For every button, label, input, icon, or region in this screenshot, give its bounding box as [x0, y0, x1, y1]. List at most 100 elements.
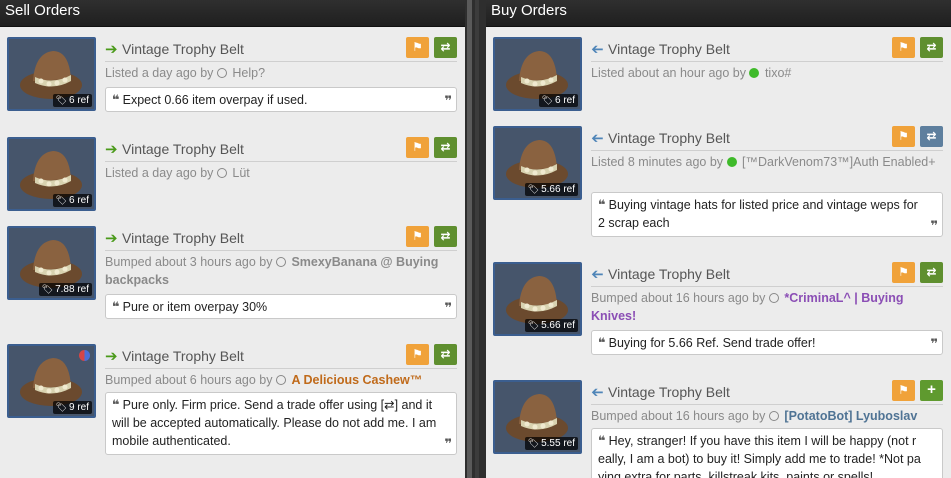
tag-icon: 🏷	[541, 95, 553, 105]
flag-button[interactable]: ⚑	[406, 37, 429, 58]
trade-button[interactable]: ⇄	[920, 262, 943, 283]
flag-button[interactable]: ⚑	[406, 226, 429, 247]
listing-meta: Listed 8 minutes ago by [™DarkVenom73™]A…	[591, 155, 936, 169]
trade-button[interactable]: ⇄	[434, 37, 457, 58]
tag-icon: 🏷	[527, 184, 540, 194]
trade-button[interactable]: ⇄	[920, 126, 943, 147]
status-icon	[275, 257, 286, 267]
flag-button[interactable]: ⚑	[892, 262, 915, 283]
quote-close-icon: ❞	[930, 218, 938, 233]
username-link[interactable]: Help?	[232, 66, 265, 80]
status-icon	[768, 293, 779, 303]
listing-comment: ❝ Buying for 5.66 Ref. Send trade offer! …	[591, 330, 943, 355]
quote-open-icon: ❝	[112, 299, 120, 314]
listing-comment: ❝ Expect 0.66 item overpay if used. ❞	[105, 87, 457, 112]
sell-orders-column: Sell Orders 🏷 6 ref ➔ Vintage Trophy Belt…	[0, 0, 465, 478]
online-status-icon	[749, 68, 760, 78]
price-badge: 🏷 6 ref	[52, 194, 92, 207]
online-status-icon	[726, 157, 737, 167]
item-thumbnail[interactable]: 🏷 5.55 ref	[493, 380, 582, 454]
listing-meta: Listed a day ago by Help?	[105, 66, 266, 80]
arrow-left-icon: ➔	[591, 384, 604, 401]
price-badge: 🏷 5.55 ref	[524, 437, 578, 450]
username-link[interactable]: A Delicious Cashew™	[291, 373, 422, 387]
price-badge: 🏷 9 ref	[52, 401, 92, 414]
flag-button[interactable]: ⚑	[892, 37, 915, 58]
item-name[interactable]: Vintage Trophy Belt	[608, 266, 730, 282]
quote-close-icon: ❞	[444, 436, 452, 451]
arrow-left-icon: ➔	[591, 266, 604, 283]
username-link[interactable]: [PotatoBot] Lyuboslav	[784, 409, 917, 423]
listing-meta: Bumped about 16 hours ago by *CriminaL^ …	[591, 291, 904, 323]
listing-meta: Listed about an hour ago by tixo#	[591, 66, 792, 80]
flag-button[interactable]: ⚑	[406, 137, 429, 158]
add-friend-button[interactable]: +	[920, 380, 943, 401]
listing-title-row: ➔ Vintage Trophy Belt ⚑ ⇄	[591, 126, 943, 151]
tag-icon: 🏷	[55, 195, 67, 205]
listing-title-row: ➔ Vintage Trophy Belt ⚑ ⇄	[591, 37, 943, 62]
tag-icon: 🏷	[55, 402, 67, 412]
listing-meta: Bumped about 6 hours ago by A Delicious …	[105, 373, 423, 387]
flag-button[interactable]: ⚑	[892, 126, 915, 147]
item-thumbnail[interactable]: 🏷 6 ref	[7, 137, 96, 211]
item-name[interactable]: Vintage Trophy Belt	[608, 384, 730, 400]
quote-open-icon: ❝	[598, 433, 606, 448]
item-name[interactable]: Vintage Trophy Belt	[608, 130, 730, 146]
listing-title-row: ➔ Vintage Trophy Belt ⚑ ⇄	[105, 344, 457, 369]
listing-title-row: ➔ Vintage Trophy Belt ⚑ ⇄	[105, 137, 457, 162]
trade-button[interactable]: ⇄	[434, 137, 457, 158]
item-thumbnail[interactable]: 🏷 5.66 ref	[493, 126, 582, 200]
status-icon	[216, 68, 227, 78]
item-thumbnail[interactable]: 🏷 7.88 ref	[7, 226, 96, 300]
trade-button[interactable]: ⇄	[434, 344, 457, 365]
column-divider	[465, 0, 486, 478]
price-badge: 🏷 7.88 ref	[38, 283, 92, 296]
item-thumbnail[interactable]: 🏷 5.66 ref	[493, 262, 582, 336]
status-icon	[216, 168, 227, 178]
trade-button[interactable]: ⇄	[434, 226, 457, 247]
item-name[interactable]: Vintage Trophy Belt	[608, 41, 730, 57]
listing-title-row: ➔ Vintage Trophy Belt ⚑ +	[591, 380, 943, 405]
quote-close-icon: ❞	[930, 336, 938, 351]
price-badge: 🏷 5.66 ref	[524, 319, 578, 332]
quote-close-icon: ❞	[444, 300, 452, 315]
tag-icon: 🏷	[41, 284, 54, 294]
item-name[interactable]: Vintage Trophy Belt	[122, 41, 244, 57]
listing-meta: Bumped about 3 hours ago by SmexyBanana …	[105, 255, 439, 287]
item-name[interactable]: Vintage Trophy Belt	[122, 230, 244, 246]
buy-orders-column: Buy Orders 🏷 6 ref ➔ Vintage Trophy Belt …	[486, 0, 951, 478]
username-link[interactable]: Lüt	[232, 166, 249, 180]
quote-open-icon: ❝	[598, 197, 606, 212]
listing-title-row: ➔ Vintage Trophy Belt ⚑ ⇄	[105, 37, 457, 62]
quote-open-icon: ❝	[112, 92, 120, 107]
username-link[interactable]: tixo#	[765, 66, 791, 80]
scrollbar[interactable]	[467, 0, 472, 478]
item-name[interactable]: Vintage Trophy Belt	[122, 348, 244, 364]
quote-open-icon: ❝	[112, 397, 120, 412]
quote-open-icon: ❝	[598, 335, 606, 350]
flag-button[interactable]: ⚑	[892, 380, 915, 401]
item-thumbnail[interactable]: 🏷 9 ref	[7, 344, 96, 418]
username-link[interactable]: [™DarkVenom73™]Auth Enabled+	[742, 155, 936, 169]
item-name[interactable]: Vintage Trophy Belt	[122, 141, 244, 157]
quote-close-icon: ❞	[444, 93, 452, 108]
tag-icon: 🏷	[55, 95, 67, 105]
item-thumbnail[interactable]: 🏷 6 ref	[493, 37, 582, 111]
divider-line	[475, 0, 479, 478]
item-thumbnail[interactable]: 🏷 6 ref	[7, 37, 96, 111]
status-icon	[275, 375, 286, 385]
listing-title-row: ➔ Vintage Trophy Belt ⚑ ⇄	[105, 226, 457, 251]
listing-comment: ❝ Hey, stranger! If you have this item I …	[591, 428, 943, 478]
sell-orders-header: Sell Orders	[0, 0, 465, 27]
tag-icon: 🏷	[527, 438, 540, 448]
listing-meta: Bumped about 16 hours ago by [PotatoBot]…	[591, 409, 918, 423]
arrow-left-icon: ➔	[591, 41, 604, 58]
price-badge: 🏷 6 ref	[52, 94, 92, 107]
status-icon	[768, 411, 779, 421]
arrow-right-icon: ➔	[105, 348, 118, 365]
trade-button[interactable]: ⇄	[920, 37, 943, 58]
flag-button[interactable]: ⚑	[406, 344, 429, 365]
listing-comment: ❝ Pure or item overpay 30% ❞	[105, 294, 457, 319]
listing-title-row: ➔ Vintage Trophy Belt ⚑ ⇄	[591, 262, 943, 287]
arrow-right-icon: ➔	[105, 41, 118, 58]
